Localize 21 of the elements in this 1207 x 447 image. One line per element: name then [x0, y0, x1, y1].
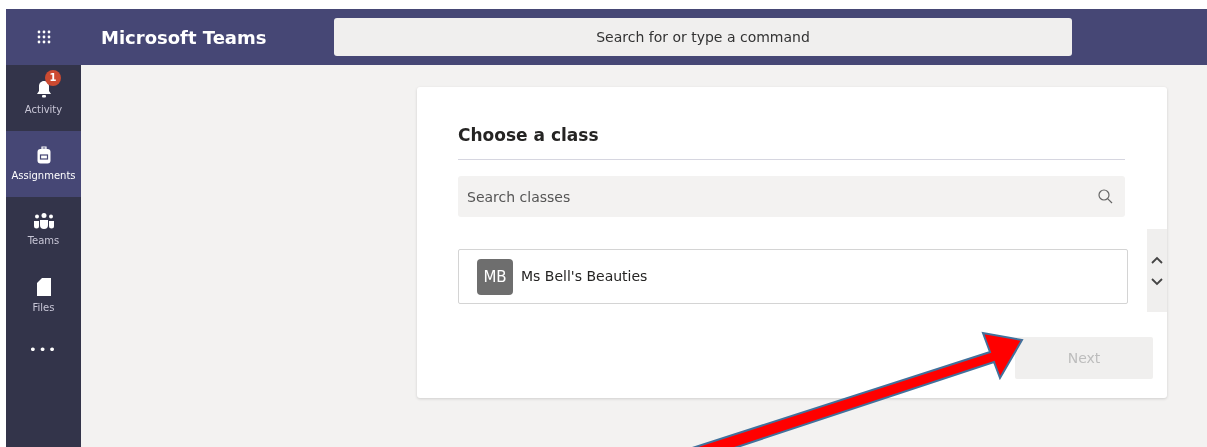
class-item[interactable]: MB Ms Bell's Beauties: [458, 249, 1128, 305]
class-avatar: MB: [477, 258, 513, 295]
search-icon[interactable]: [1098, 189, 1113, 205]
app-title: Microsoft Teams: [100, 25, 268, 50]
sidebar-item[interactable]: Files: [6, 263, 81, 329]
bell-icon: [35, 79, 52, 98]
app-grid-icon[interactable]: [36, 30, 51, 44]
command-search-field[interactable]: Search for or type a command: [334, 18, 1072, 56]
backpack-icon: [36, 145, 51, 164]
sidebar-item[interactable]: Assignments: [6, 131, 81, 197]
sidebar-item[interactable]: Activity 1: [6, 65, 81, 131]
scroll-down-icon[interactable]: [1151, 277, 1163, 286]
sidebar-item[interactable]: Teams: [6, 197, 81, 263]
more-apps-button[interactable]: •••: [6, 339, 81, 361]
scroll-up-icon[interactable]: [1151, 255, 1163, 264]
dialog-title: Choose a class: [458, 125, 1125, 161]
people-icon: [33, 212, 54, 229]
class-name: Ms Bell's Beauties: [521, 267, 648, 287]
notification-badge: 1: [45, 70, 61, 86]
file-icon: [36, 277, 51, 296]
class-search-field[interactable]: Search classes: [458, 176, 1125, 218]
